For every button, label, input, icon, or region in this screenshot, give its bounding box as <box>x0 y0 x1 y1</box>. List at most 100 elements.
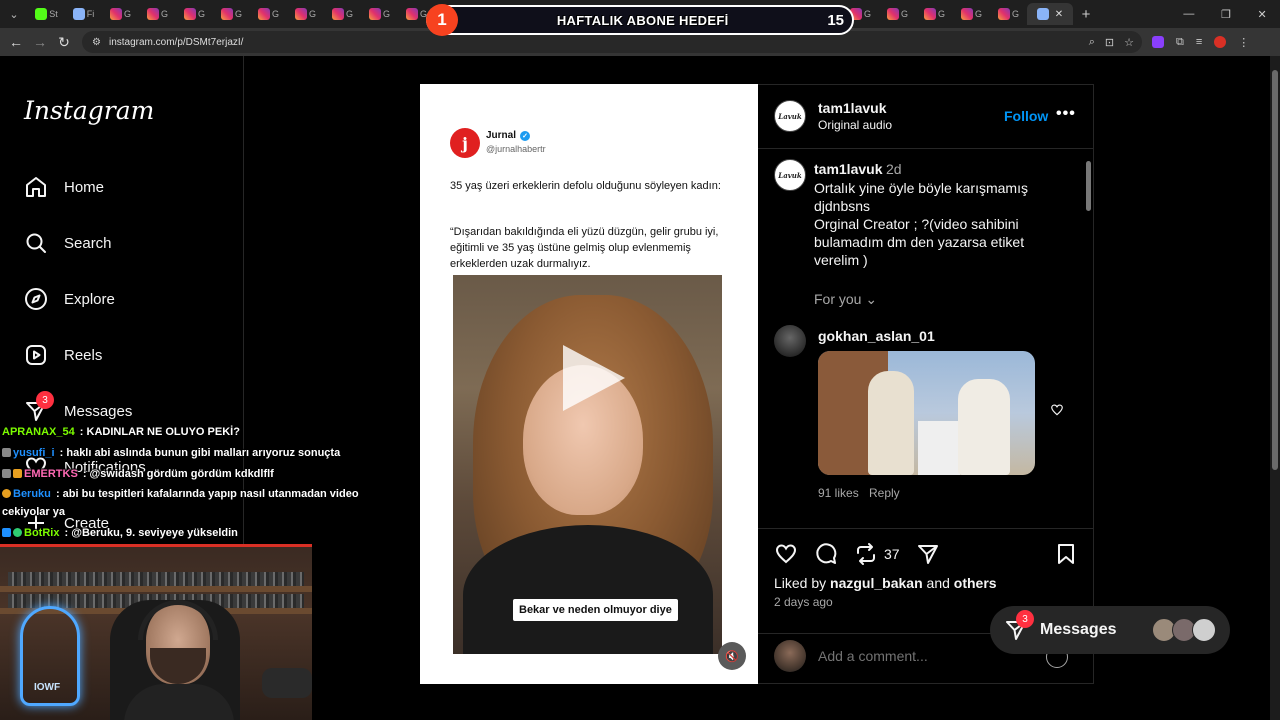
repost-icon[interactable] <box>854 542 878 566</box>
play-icon[interactable] <box>563 345 625 411</box>
instagram-favicon-icon <box>997 8 1010 20</box>
post-media[interactable]: j Jurnal ✓ @jurnalhabertr 35 yaş üzeri e… <box>420 84 758 684</box>
instagram-favicon-icon <box>923 8 936 20</box>
tab-instagram[interactable]: G <box>139 3 176 25</box>
sidebar-item-search[interactable]: Search <box>24 231 112 255</box>
tab-instagram[interactable]: G <box>250 3 287 25</box>
media-controls-icon[interactable]: ≡ <box>1196 36 1202 48</box>
tweet-handle: @jurnalhabertr <box>486 144 546 154</box>
liked-by-others[interactable]: others <box>954 575 997 591</box>
tab-instagram[interactable]: G <box>916 3 953 25</box>
tab-kick[interactable]: St <box>28 3 65 25</box>
extension-icon[interactable] <box>1152 36 1164 48</box>
instagram-favicon-icon <box>331 8 344 20</box>
tab-generic[interactable]: Fi <box>65 3 102 25</box>
tab-label: G <box>863 9 871 19</box>
video-player[interactable]: Bekar ve neden olmuyor diye <box>453 275 722 654</box>
screen: ⌄ St Fi G G G G G G G G G G G G G G G G … <box>0 0 1280 720</box>
sidebar-item-label: Reels <box>64 346 103 364</box>
comment-likes[interactable]: 91 likes <box>818 486 859 500</box>
tab-instagram[interactable]: G <box>990 3 1027 25</box>
tab-active[interactable]: ✕ <box>1027 3 1073 25</box>
tab-instagram[interactable]: G <box>102 3 139 25</box>
comment-reply-button[interactable]: Reply <box>869 486 900 500</box>
tweet-text: 35 yaş üzeri erkeklerin defolu olduğunu … <box>450 180 721 192</box>
new-tab-button[interactable]: + <box>1073 6 1099 23</box>
author-avatar[interactable]: Lavuk <box>774 100 806 132</box>
save-icon[interactable] <box>1054 542 1078 566</box>
instagram-logo[interactable]: Instagram <box>24 96 154 125</box>
author-username[interactable]: tam1lavuk <box>818 100 886 116</box>
zoom-icon[interactable]: ⌕ <box>1089 36 1095 49</box>
comments-scrollbar[interactable] <box>1084 149 1092 528</box>
chat-text: : KADINLAR NE OLUYO PEKİ? <box>76 426 240 438</box>
tab-label: G <box>160 9 168 19</box>
caption-username[interactable]: tam1lavuk <box>814 161 882 177</box>
chat-badge-icon <box>13 528 22 537</box>
site-info-icon[interactable]: ⚙ <box>92 37 101 48</box>
comments-scroll-thumb[interactable] <box>1086 161 1091 211</box>
gif-character-right <box>958 379 1010 475</box>
chat-message: BotRix : @Beruku, 9. seviyeye yükseldin <box>2 527 238 539</box>
share-icon[interactable] <box>916 542 940 566</box>
tab-instagram[interactable]: G <box>287 3 324 25</box>
tab-search-chevron-icon[interactable]: ⌄ <box>0 8 28 21</box>
tab-instagram[interactable]: G <box>879 3 916 25</box>
sidebar-item-home[interactable]: Home <box>24 175 104 199</box>
tab-instagram[interactable]: G <box>953 3 990 25</box>
restore-icon[interactable]: ❐ <box>1221 8 1231 21</box>
comment-gif[interactable] <box>818 351 1035 475</box>
tab-instagram[interactable]: G <box>176 3 213 25</box>
sidebar-item-messages[interactable]: 3 Messages <box>24 391 132 423</box>
messages-badge: 3 <box>36 391 54 409</box>
url-text[interactable]: instagram.com/p/DSMt7erjazI/ <box>109 37 1081 48</box>
messages-label: Messages <box>1040 621 1117 638</box>
instagram-favicon-icon <box>368 8 381 20</box>
sidebar-item-explore[interactable]: Explore <box>24 287 115 311</box>
reload-icon[interactable]: ↻ <box>52 34 76 51</box>
chat-text: : @Beruku, 9. seviyeye yükseldin <box>61 527 238 539</box>
kick-favicon-icon <box>35 8 48 20</box>
sidebar-item-reels[interactable]: Reels <box>24 343 102 367</box>
tab-instagram[interactable]: G <box>213 3 250 25</box>
caption-avatar[interactable]: Lavuk <box>774 159 806 191</box>
chat-message: cekiyolar ya <box>2 506 65 518</box>
mute-icon[interactable]: 🔇 <box>718 642 746 670</box>
minimize-icon[interactable]: — <box>1183 8 1194 21</box>
page-scroll-thumb[interactable] <box>1272 70 1278 470</box>
back-icon[interactable]: ← <box>4 34 28 50</box>
comment-sort-dropdown[interactable]: For you ⌄ <box>814 291 877 308</box>
liked-by-user[interactable]: nazgul_bakan <box>830 575 923 591</box>
chat-badge-icon <box>2 448 11 457</box>
tab-instagram[interactable]: G <box>361 3 398 25</box>
close-tab-icon[interactable]: ✕ <box>1055 9 1063 20</box>
chat-text: : abi bu tespitleri kafalarında yapıp na… <box>52 488 359 500</box>
chat-user: APRANAX_54 <box>2 426 75 438</box>
comment-like-icon[interactable] <box>1050 403 1064 420</box>
tab-instagram[interactable]: G <box>324 3 361 25</box>
profile-avatar-icon[interactable] <box>1214 36 1227 48</box>
comments-list[interactable]: Lavuk tam1lavuk 2d Ortalık yine öyle böy… <box>758 149 1093 529</box>
bookmark-star-icon[interactable]: ☆ <box>1124 36 1134 49</box>
puzzle-icon[interactable]: ⧉ <box>1176 36 1184 49</box>
messages-drawer-button[interactable]: 3 Messages <box>990 606 1230 654</box>
install-app-icon[interactable]: ⊡ <box>1105 36 1114 49</box>
more-options-icon[interactable]: ••• <box>1056 105 1076 123</box>
page-scrollbar[interactable] <box>1270 56 1280 720</box>
menu-kebab-icon[interactable]: ⋮ <box>1238 36 1249 49</box>
comment-icon[interactable] <box>814 542 838 566</box>
like-icon[interactable] <box>774 542 798 566</box>
messenger-icon: 3 <box>1004 610 1034 642</box>
comment-avatar[interactable] <box>774 325 806 357</box>
tab-label: G <box>345 9 353 19</box>
gif-scene-house <box>918 421 960 475</box>
comment-username[interactable]: gokhan_aslan_01 <box>818 328 935 344</box>
chat-avatar <box>1192 618 1216 642</box>
follow-button[interactable]: Follow <box>1004 108 1048 124</box>
tab-label: G <box>234 9 242 19</box>
post-details: Lavuk tam1lavuk Original audio Follow ••… <box>758 84 1094 684</box>
close-window-icon[interactable]: ✕ <box>1257 8 1266 21</box>
liked-by[interactable]: Liked by nazgul_bakan and others <box>774 575 997 591</box>
forward-icon[interactable]: → <box>28 34 52 50</box>
audio-label[interactable]: Original audio <box>818 118 892 132</box>
